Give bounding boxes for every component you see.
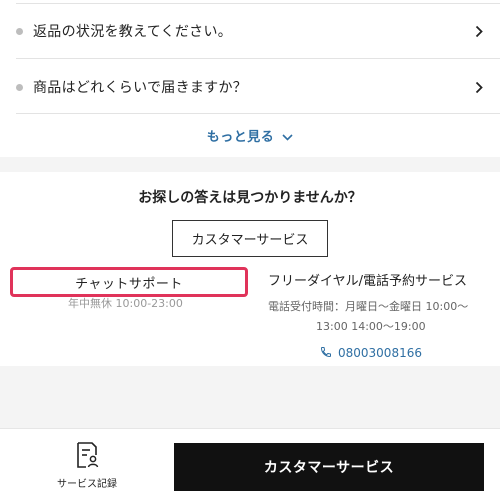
- customer-service-cta-button[interactable]: カスタマーサービス: [174, 443, 484, 491]
- service-record-button[interactable]: サービス記録: [50, 441, 124, 490]
- phone-support-title: フリーダイヤル/電話予約サービス: [268, 274, 467, 289]
- bottom-bar: サービス記録 カスタマーサービス: [0, 428, 500, 500]
- phone-icon: [320, 343, 332, 362]
- phone-hours-line1: 電話受付時間：月曜日～金曜日 10:00～: [268, 300, 469, 313]
- faq-item[interactable]: 商品はどれくらいで届きますか？: [16, 59, 500, 115]
- faq-section: 返品の状況を教えてください。 商品はどれくらいで届きますか？ もっと見る: [0, 0, 500, 157]
- support-section: お探しの答えは見つかりませんか？ カスタマーサービス 年中無休 10:00-23…: [0, 172, 500, 366]
- phone-number-link[interactable]: 08003008166: [268, 343, 488, 362]
- chat-support-label: チャットサポート: [75, 276, 183, 292]
- show-more-label: もっと見る: [206, 130, 275, 145]
- service-record-icon: [74, 441, 100, 469]
- service-record-label: サービス記録: [57, 479, 117, 490]
- chevron-right-icon: [474, 24, 484, 38]
- support-title: お探しの答えは見つかりませんか？: [138, 190, 362, 206]
- show-more-link[interactable]: もっと見る: [0, 126, 500, 145]
- phone-hours: 電話受付時間：月曜日～金曜日 10:00～ 13:00 14:00～19:00: [268, 297, 488, 337]
- bullet-dot: [16, 27, 23, 35]
- phone-hours-line2: 13:00 14:00～19:00: [316, 320, 426, 333]
- faq-question: 商品はどれくらいで届きますか？: [33, 80, 248, 96]
- chevron-down-icon: [282, 126, 293, 145]
- customer-service-button[interactable]: カスタマーサービス: [172, 220, 328, 257]
- divider: [16, 113, 500, 114]
- chevron-right-icon: [474, 80, 484, 94]
- chat-hours: 年中無休 10:00-23:00: [68, 297, 183, 310]
- page: 返品の状況を教えてください。 商品はどれくらいで届きますか？ もっと見る お探し…: [0, 0, 500, 500]
- phone-support: フリーダイヤル/電話予約サービス 電話受付時間：月曜日～金曜日 10:00～ 1…: [268, 270, 488, 362]
- bullet-dot: [16, 83, 23, 91]
- chat-support-button[interactable]: チャットサポート: [10, 267, 248, 297]
- faq-item[interactable]: 返品の状況を教えてください。: [16, 3, 500, 59]
- faq-question: 返品の状況を教えてください。: [33, 24, 233, 40]
- phone-number: 08003008166: [338, 345, 422, 360]
